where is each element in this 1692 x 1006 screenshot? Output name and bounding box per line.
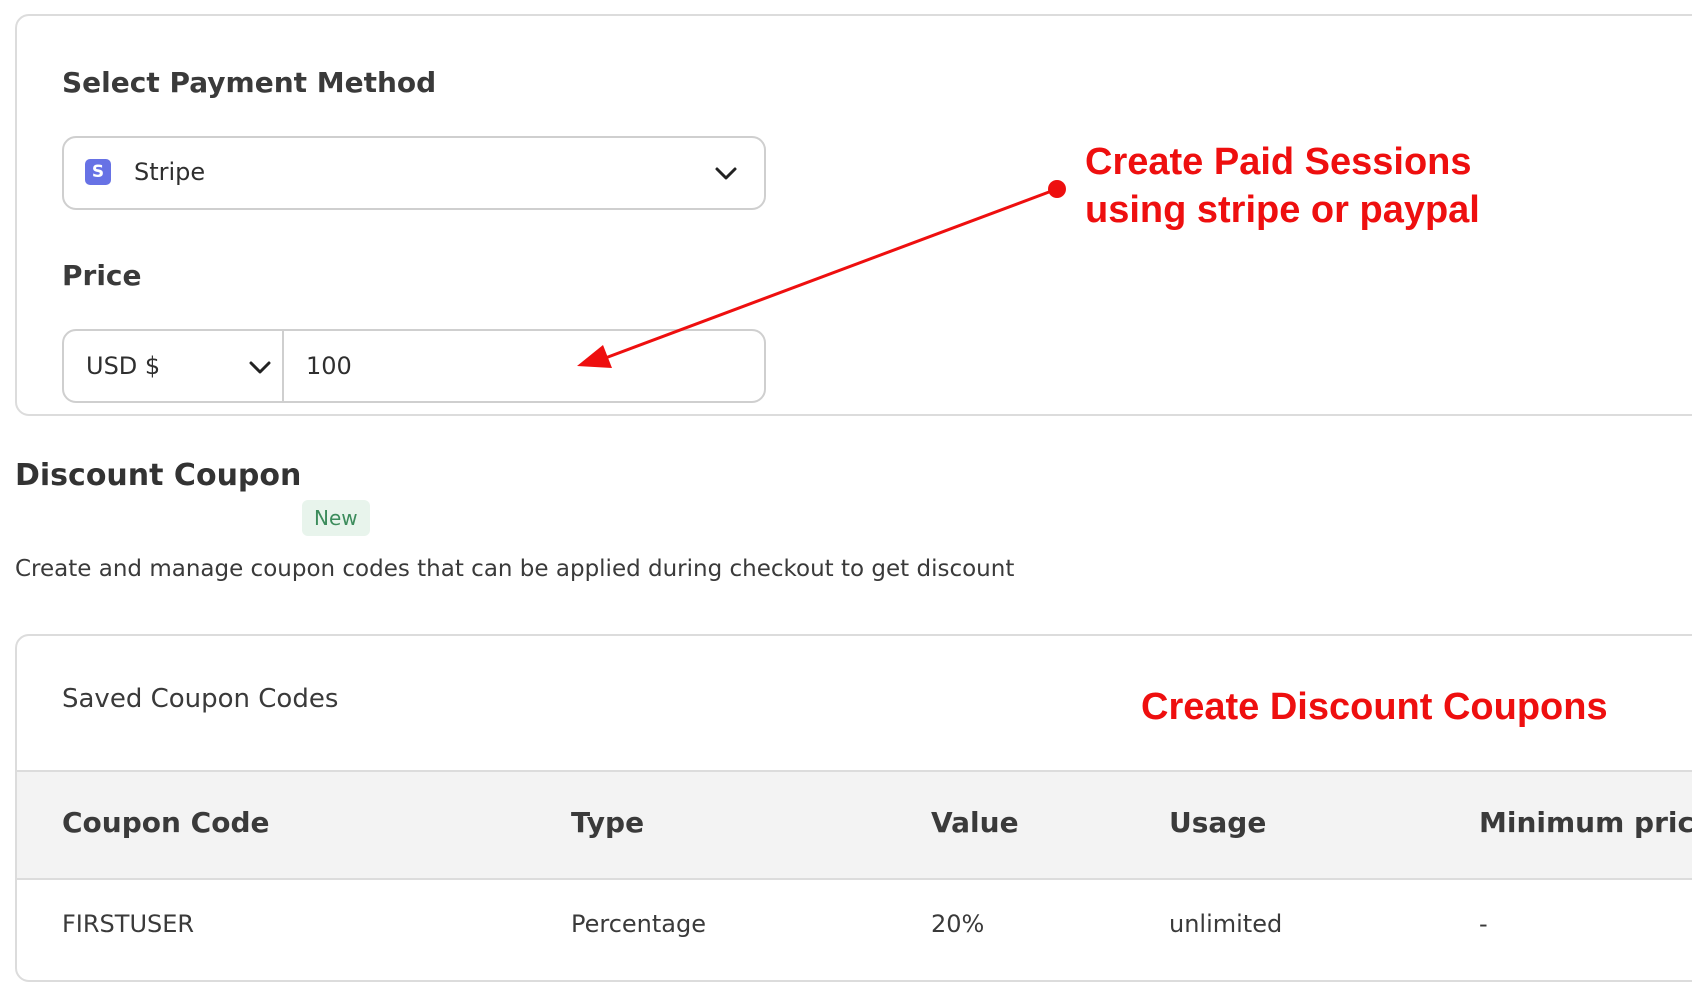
annotation-arrow [577,180,1066,368]
